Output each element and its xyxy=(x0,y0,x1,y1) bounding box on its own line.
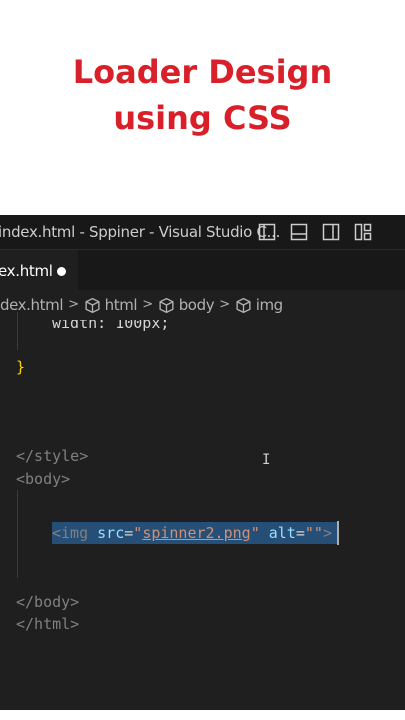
symbol-cube-icon xyxy=(236,297,251,313)
code-line-partial: width: 100px; xyxy=(52,314,170,332)
img-tag-open: <img xyxy=(52,524,89,542)
code-line-close-brace: } xyxy=(16,358,26,376)
symbol-cube-icon xyxy=(159,297,174,313)
editor-tab-bar: ex.html xyxy=(0,250,405,291)
title-banner: Loader Design using CSS xyxy=(0,0,405,215)
bottom-strip xyxy=(0,710,405,720)
code-line-html-close: </html> xyxy=(16,615,80,633)
indent-guide xyxy=(17,490,18,578)
banner-title-line2: using CSS xyxy=(113,99,292,137)
img-src-link[interactable]: spinner2.png xyxy=(142,524,250,542)
code-line-img: <img src="spinner2.png" alt=""> xyxy=(52,524,332,542)
code-line-body-open: <body> xyxy=(16,470,71,488)
banner-title-line1: Loader Design xyxy=(72,53,333,91)
code-line-style-close: </style> xyxy=(16,447,89,465)
code-line-body-close: </body> xyxy=(16,593,80,611)
code-editor[interactable]: width: 100px; } </style> <body> <img src… xyxy=(0,312,405,710)
title-bar: index.html - Sppiner - Visual Studio C..… xyxy=(0,215,405,250)
vscode-window: index.html - Sppiner - Visual Studio C..… xyxy=(0,215,405,710)
toggle-primary-sidebar-icon[interactable] xyxy=(258,223,276,241)
img-attr-alt: alt xyxy=(268,524,296,542)
text-cursor xyxy=(337,521,339,545)
img-attr-src: src xyxy=(97,524,125,542)
toggle-panel-icon[interactable] xyxy=(290,223,308,241)
symbol-cube-icon xyxy=(85,297,100,313)
tab-label: ex.html xyxy=(0,262,53,280)
unsaved-dot-icon[interactable] xyxy=(57,267,66,276)
window-title: index.html - Sppiner - Visual Studio C..… xyxy=(0,223,281,241)
img-tag-close: > xyxy=(322,524,332,542)
layout-controls xyxy=(258,223,372,241)
img-alt-value: "" xyxy=(304,524,323,542)
indent-guide xyxy=(17,312,18,350)
ibeam-cursor-icon: I xyxy=(262,452,271,468)
customize-layout-icon[interactable] xyxy=(354,223,372,241)
tab-index-html[interactable]: ex.html xyxy=(0,250,78,291)
toggle-secondary-sidebar-icon[interactable] xyxy=(322,223,340,241)
